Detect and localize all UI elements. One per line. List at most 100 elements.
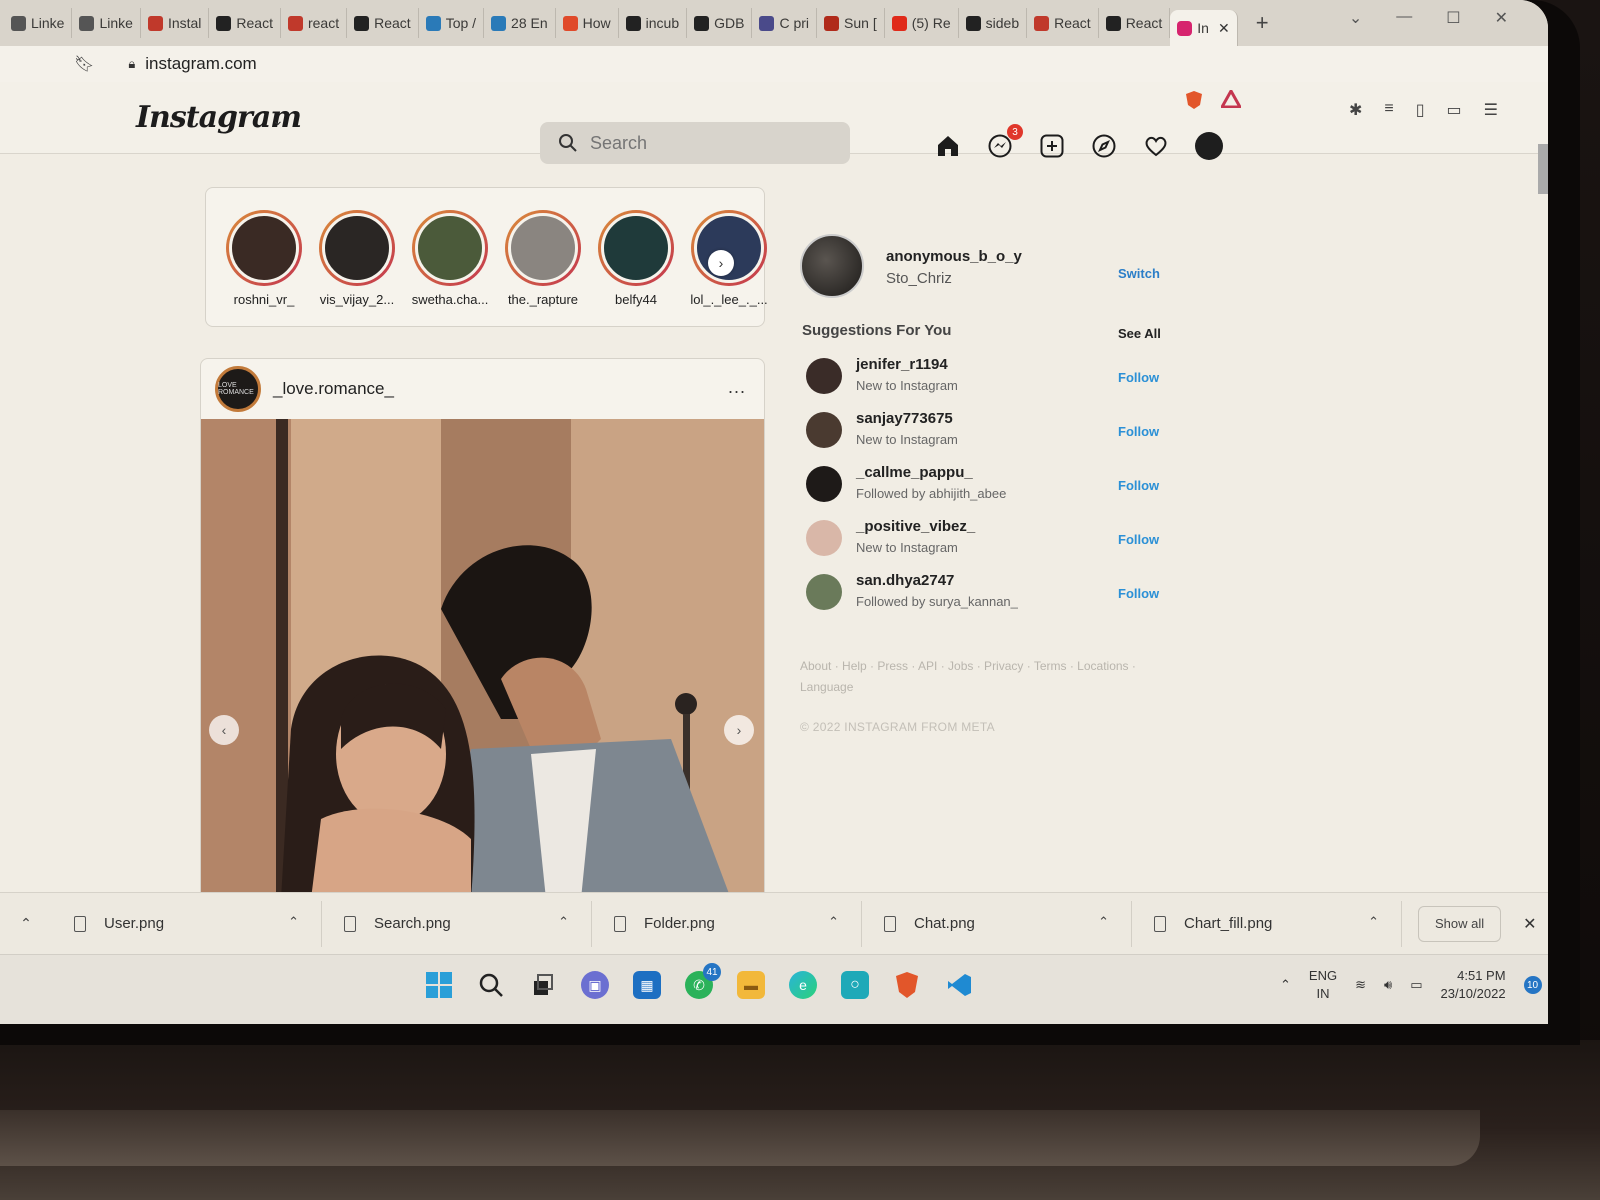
taskbar-search-button[interactable] bbox=[477, 971, 505, 999]
brave-browser-button[interactable] bbox=[893, 971, 921, 999]
new-tab-button[interactable]: + bbox=[1256, 10, 1269, 36]
notifications-badge[interactable]: 10 bbox=[1523, 976, 1542, 994]
sidebar-icon[interactable]: ▯ bbox=[1416, 100, 1425, 120]
messages-button[interactable]: 3 bbox=[987, 124, 1023, 159]
follow-button[interactable]: Follow bbox=[1118, 424, 1159, 439]
menu-icon[interactable]: ☰ bbox=[1484, 100, 1498, 120]
teams-chat-button[interactable]: ▣ bbox=[581, 971, 609, 999]
more-options-icon[interactable]: ... bbox=[728, 377, 746, 398]
vscode-button[interactable] bbox=[945, 971, 973, 999]
browser-tab[interactable]: React bbox=[1027, 8, 1099, 38]
download-item[interactable]: Chat.png ⌃ bbox=[862, 900, 1132, 947]
home-button[interactable] bbox=[935, 133, 961, 159]
follow-button[interactable]: Follow bbox=[1118, 370, 1159, 385]
search-input[interactable] bbox=[590, 132, 810, 154]
browser-tab[interactable]: React bbox=[1099, 8, 1171, 38]
footer-links[interactable]: About · Help · Press · API · Jobs · Priv… bbox=[800, 656, 1160, 698]
follow-button[interactable]: Follow bbox=[1118, 478, 1159, 493]
chevron-up-icon[interactable]: ⌃ bbox=[1368, 914, 1379, 930]
story-item[interactable]: vis_vijay_2... bbox=[319, 188, 395, 326]
tab-instagram[interactable]: In ✕ bbox=[1170, 10, 1238, 46]
profile-avatar[interactable] bbox=[1195, 132, 1223, 160]
download-item[interactable]: Chart_fill.png ⌃ bbox=[1132, 900, 1402, 947]
current-username[interactable]: anonymous_b_o_y bbox=[886, 248, 1022, 265]
bookmark-icon[interactable]: 🔖︎ bbox=[74, 54, 94, 74]
whatsapp-button[interactable]: ✆ 41 bbox=[685, 963, 721, 999]
lock-icon[interactable]: 🔒︎ bbox=[128, 56, 135, 72]
suggestion-avatar[interactable] bbox=[806, 520, 842, 556]
browser-tab[interactable]: C pri bbox=[752, 8, 818, 38]
close-window-button[interactable]: ✕ bbox=[1495, 8, 1508, 28]
chevron-up-icon[interactable]: ⌃ bbox=[828, 914, 839, 930]
minimize-button[interactable]: — bbox=[1396, 8, 1412, 28]
volume-icon[interactable]: 🔊︎ bbox=[1384, 977, 1392, 993]
chevron-up-icon[interactable]: ⌃ bbox=[0, 915, 52, 932]
see-all-button[interactable]: See All bbox=[1118, 326, 1161, 341]
chevron-up-icon[interactable]: ⌃ bbox=[558, 914, 569, 930]
browser-tab[interactable]: GDB bbox=[687, 8, 753, 38]
chevron-up-icon[interactable]: ⌃ bbox=[288, 914, 299, 930]
suggestion-username[interactable]: sanjay773675 bbox=[856, 410, 953, 427]
suggestion-avatar[interactable] bbox=[806, 358, 842, 394]
current-user-avatar[interactable] bbox=[800, 234, 864, 298]
search-box[interactable] bbox=[540, 122, 850, 164]
explore-button[interactable] bbox=[1091, 133, 1117, 159]
download-item[interactable]: Folder.png ⌃ bbox=[592, 900, 862, 947]
browser-tab[interactable]: React bbox=[209, 8, 281, 38]
url-field[interactable]: instagram.com bbox=[145, 54, 256, 74]
browser-tab[interactable]: react bbox=[281, 8, 348, 38]
maximize-button[interactable]: ☐ bbox=[1446, 8, 1460, 28]
browser-tab[interactable]: How bbox=[556, 8, 619, 38]
browser-tab[interactable]: (5) Re bbox=[885, 8, 959, 38]
close-download-bar-button[interactable]: ✕ bbox=[1523, 914, 1536, 934]
chevron-up-icon[interactable]: ⌃ bbox=[1280, 977, 1291, 993]
suggestion-username[interactable]: jenifer_r1194 bbox=[856, 356, 948, 373]
browser-tab[interactable]: React bbox=[347, 8, 419, 38]
browser-tab[interactable]: Top / bbox=[419, 8, 485, 38]
edge-button[interactable]: e bbox=[789, 971, 817, 999]
brave-shield-icon[interactable] bbox=[1185, 90, 1203, 110]
suggestion-username[interactable]: san.dhya2747 bbox=[856, 572, 954, 589]
brave-rewards-icon[interactable] bbox=[1221, 90, 1241, 108]
suggestion-avatar[interactable] bbox=[806, 466, 842, 502]
browser-tab[interactable]: Linke bbox=[72, 8, 141, 38]
wifi-icon[interactable]: ≋ bbox=[1355, 977, 1366, 993]
browser-tab[interactable]: Linke bbox=[4, 8, 73, 38]
close-tab-icon[interactable]: ✕ bbox=[1218, 20, 1230, 37]
browser-tab[interactable]: 28 En bbox=[484, 8, 556, 38]
download-item[interactable]: Search.png ⌃ bbox=[322, 900, 592, 947]
story-item[interactable]: the._rapture bbox=[505, 188, 581, 326]
extensions-icon[interactable]: ✱ bbox=[1349, 100, 1362, 120]
playlist-icon[interactable]: ≡ bbox=[1384, 100, 1393, 120]
battery-icon[interactable]: ▭ bbox=[1410, 977, 1422, 993]
chevron-down-icon[interactable]: ⌄ bbox=[1349, 8, 1362, 28]
scrollbar[interactable] bbox=[1538, 144, 1548, 194]
browser-tab[interactable]: incub bbox=[619, 8, 688, 38]
suggestion-avatar[interactable] bbox=[806, 412, 842, 448]
post-avatar[interactable]: LOVE ROMANCE bbox=[215, 366, 261, 412]
app-button[interactable]: ○ bbox=[841, 971, 869, 999]
activity-button[interactable] bbox=[1143, 133, 1169, 159]
chevron-down-icon[interactable]: ⌄ bbox=[272, 112, 284, 129]
show-all-button[interactable]: Show all bbox=[1418, 905, 1502, 942]
clock[interactable]: 4:51 PM 23/10/2022 bbox=[1440, 967, 1505, 1003]
file-explorer-button[interactable]: ▬ bbox=[737, 971, 765, 999]
language-indicator[interactable]: ENG IN bbox=[1309, 967, 1337, 1003]
follow-button[interactable]: Follow bbox=[1118, 532, 1159, 547]
task-view-button[interactable] bbox=[529, 971, 557, 999]
post-image[interactable]: ‹ › bbox=[201, 419, 764, 897]
start-button[interactable] bbox=[425, 971, 453, 999]
wallet-icon[interactable]: ▭ bbox=[1447, 100, 1462, 120]
browser-tab[interactable]: Instal bbox=[141, 8, 210, 38]
download-item[interactable]: User.png ⌃ bbox=[52, 900, 322, 947]
post-username[interactable]: _love.romance_ bbox=[273, 379, 394, 399]
story-item[interactable]: roshni_vr_ bbox=[226, 188, 302, 326]
suggestion-avatar[interactable] bbox=[806, 574, 842, 610]
browser-tab[interactable]: Sun [ bbox=[817, 8, 885, 38]
store-button[interactable]: ▦ bbox=[633, 971, 661, 999]
suggestion-username[interactable]: _callme_pappu_ bbox=[856, 464, 973, 481]
suggestion-username[interactable]: _positive_vibez_ bbox=[856, 518, 975, 535]
chevron-up-icon[interactable]: ⌃ bbox=[1098, 914, 1109, 930]
next-image-button[interactable]: › bbox=[724, 715, 754, 745]
switch-account-button[interactable]: Switch bbox=[1118, 266, 1160, 281]
